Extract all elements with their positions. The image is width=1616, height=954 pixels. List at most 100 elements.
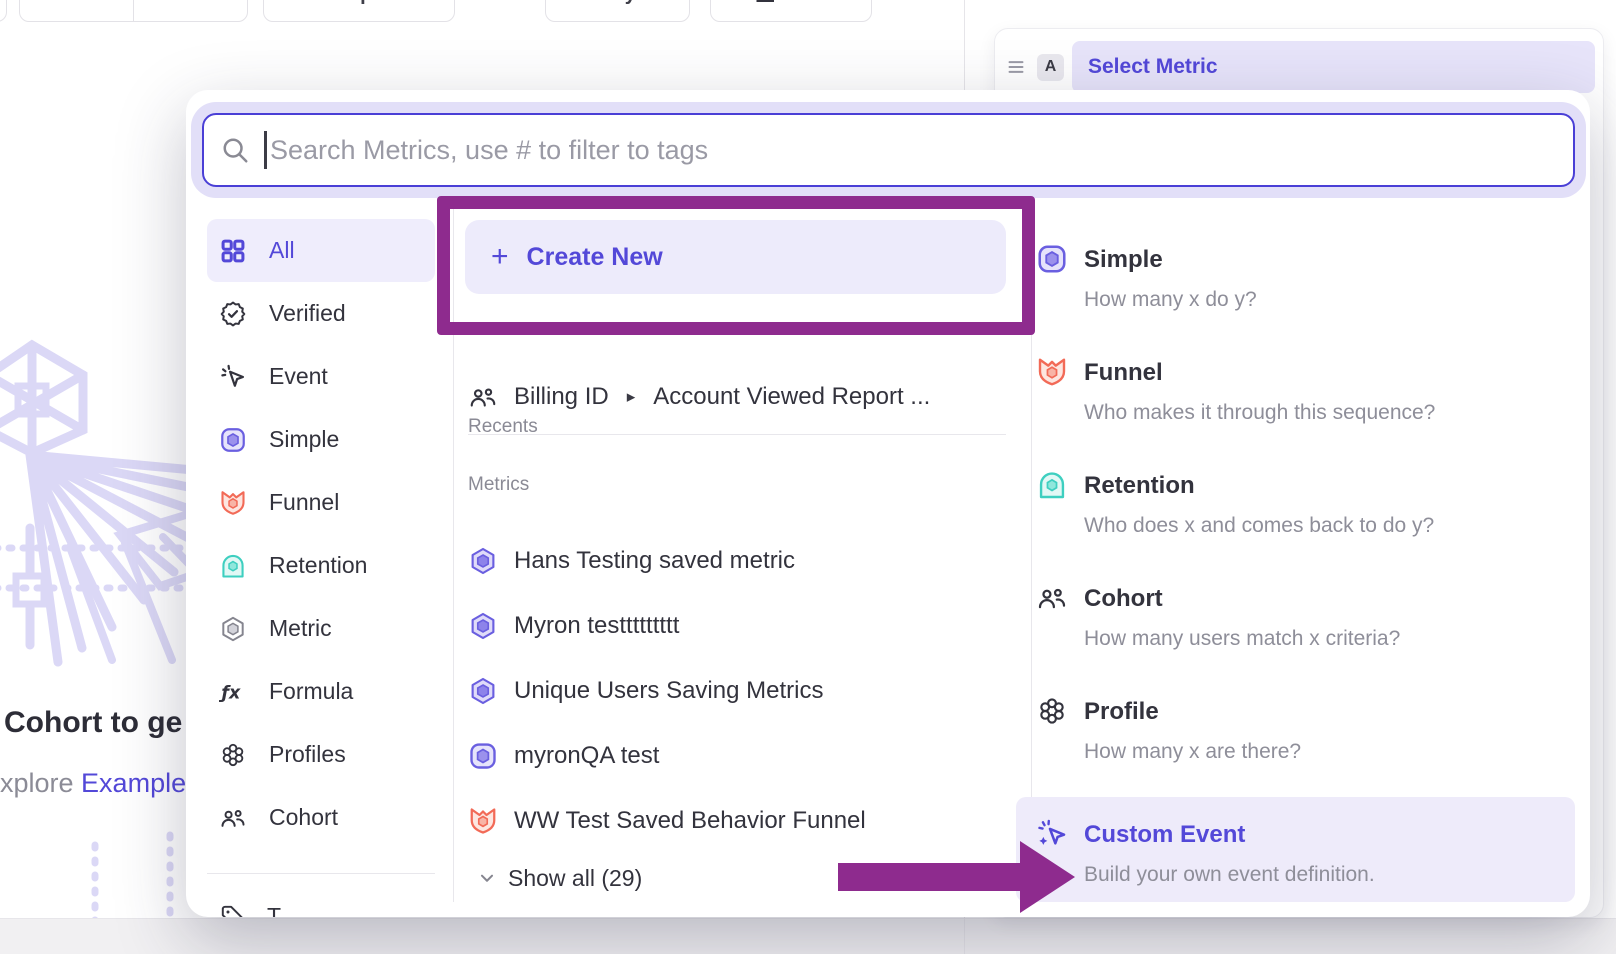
clause-letter-badge: A bbox=[1037, 54, 1064, 81]
show-all-button[interactable]: Show all (29) bbox=[476, 862, 642, 894]
type-row-cohort[interactable]: Cohort How many users match x criteria? bbox=[1036, 582, 1566, 654]
sidebar-item-cohort[interactable]: Cohort bbox=[207, 786, 435, 849]
sidebar-item-tag-partial[interactable]: T bbox=[219, 903, 281, 917]
select-metric-pill[interactable]: Select Metric bbox=[1072, 41, 1595, 93]
bottom-panel bbox=[0, 918, 1616, 954]
metric-list-item[interactable]: WW Test Saved Behavior Funnel bbox=[468, 796, 1008, 846]
sidebar-item-label: All bbox=[269, 237, 295, 264]
profiles-icon bbox=[1036, 695, 1068, 727]
profiles-icon bbox=[219, 741, 247, 769]
sidebar-item-label: Profiles bbox=[269, 741, 346, 768]
chevron-down-icon bbox=[206, 0, 224, 3]
cursor-click-icon bbox=[219, 363, 247, 391]
type-row-retention[interactable]: Retention Who does x and comes back to d… bbox=[1036, 469, 1566, 541]
app-root: 12M YTD Compare Day Line A Select Metric… bbox=[0, 0, 1616, 954]
type-description: How many users match x criteria? bbox=[1084, 624, 1400, 654]
range-ytd-label: YTD bbox=[158, 0, 198, 6]
grid-icon bbox=[219, 237, 247, 265]
metric-item-label: Myron testtttttttt bbox=[514, 612, 679, 640]
line-chart-icon bbox=[753, 0, 777, 6]
type-row-custom-event[interactable]: Custom Event Build your own event defini… bbox=[1036, 818, 1566, 890]
saved-metric-icon bbox=[468, 611, 498, 641]
interval-day-button[interactable]: Day bbox=[545, 0, 690, 22]
sidebar-divider bbox=[207, 873, 435, 874]
type-label: Cohort bbox=[1084, 582, 1400, 616]
compare-button[interactable]: Compare bbox=[263, 0, 455, 22]
cohort-icon bbox=[219, 804, 247, 832]
tag-icon bbox=[219, 903, 245, 917]
breadcrumb-arrow-icon: ▸ bbox=[627, 387, 636, 407]
verified-badge-icon bbox=[219, 300, 247, 328]
sidebar-item-simple[interactable]: Simple bbox=[207, 408, 435, 471]
metric-list-item[interactable]: Myron testtttttttt bbox=[468, 601, 1008, 651]
sidebar-item-label: Verified bbox=[269, 300, 346, 327]
type-label: Custom Event bbox=[1084, 818, 1375, 852]
type-description: Build your own event definition. bbox=[1084, 860, 1375, 890]
filter-sidebar: All Verified Event Simple Funnel Retenti… bbox=[207, 219, 435, 849]
sidebar-item-label: Formula bbox=[269, 678, 353, 705]
metric-item-label: myronQA test bbox=[514, 742, 659, 770]
retention-icon bbox=[1036, 469, 1068, 501]
create-new-label: Create New bbox=[527, 243, 663, 272]
type-label: Funnel bbox=[1084, 356, 1435, 390]
cohort-icon bbox=[1036, 582, 1068, 614]
funnel-icon bbox=[468, 806, 498, 836]
type-row-profile[interactable]: Profile How many x are there? bbox=[1036, 695, 1566, 767]
saved-metric-icon bbox=[468, 676, 498, 706]
metric-clause-row: A Select Metric bbox=[995, 29, 1603, 93]
empty-state-explore-line: xplore Example bbox=[0, 768, 186, 799]
sidebar-item-retention[interactable]: Retention bbox=[207, 534, 435, 597]
type-description: How many x are there? bbox=[1084, 737, 1301, 767]
range-12m-label: 12M bbox=[57, 0, 96, 6]
text-caret bbox=[264, 131, 267, 169]
sidebar-item-event[interactable]: Event bbox=[207, 345, 435, 408]
select-metric-label: Select Metric bbox=[1088, 55, 1218, 79]
funnel-icon bbox=[1036, 356, 1068, 388]
recent-item[interactable]: Billing ID ▸ Account Viewed Report ... bbox=[468, 372, 1008, 422]
recents-divider bbox=[468, 434, 1006, 435]
sidebar-item-verified[interactable]: Verified bbox=[207, 282, 435, 345]
toolbar-edge-button[interactable] bbox=[0, 0, 7, 22]
compare-label: Compare bbox=[316, 0, 403, 6]
metric-list-item[interactable]: Unique Users Saving Metrics bbox=[468, 666, 1008, 716]
drag-handle-icon[interactable] bbox=[1003, 54, 1029, 80]
metric-list-item[interactable]: Hans Testing saved metric bbox=[468, 536, 1008, 586]
sidebar-item-metric[interactable]: Metric bbox=[207, 597, 435, 660]
chart-type-line-button[interactable]: Line bbox=[710, 0, 872, 22]
example-link[interactable]: Example bbox=[81, 768, 186, 798]
create-new-button[interactable]: + Create New bbox=[465, 220, 1006, 294]
range-ytd-button[interactable]: YTD bbox=[133, 0, 247, 21]
svg-text:ƒx: ƒx bbox=[219, 683, 241, 703]
line-label: Line bbox=[787, 0, 828, 6]
sidebar-item-label: Retention bbox=[269, 552, 367, 579]
sidebar-item-label: Event bbox=[269, 363, 328, 390]
plus-icon: + bbox=[491, 240, 509, 274]
date-range-segmented-control: 12M YTD bbox=[19, 0, 248, 22]
range-12m-button[interactable]: 12M bbox=[20, 0, 133, 21]
search-input[interactable] bbox=[202, 113, 1575, 187]
select-metric-dialog: All Verified Event Simple Funnel Retenti… bbox=[186, 90, 1590, 917]
type-row-simple[interactable]: Simple How many x do y? bbox=[1036, 243, 1566, 315]
interval-label: Day bbox=[599, 0, 636, 6]
sidebar-item-label: Funnel bbox=[269, 489, 339, 516]
explore-text-fragment: xplore bbox=[0, 768, 81, 798]
column-divider bbox=[1031, 205, 1032, 900]
sidebar-item-label: T bbox=[267, 903, 281, 917]
metric-hexagon-icon bbox=[219, 615, 247, 643]
simple-metric-icon bbox=[468, 741, 498, 771]
custom-event-icon bbox=[1036, 818, 1068, 850]
sidebar-item-label: Simple bbox=[269, 426, 339, 453]
show-all-label: Show all (29) bbox=[508, 865, 642, 892]
metric-list-item[interactable]: myronQA test bbox=[468, 731, 1008, 781]
type-row-funnel[interactable]: Funnel Who makes it through this sequenc… bbox=[1036, 356, 1566, 428]
type-description: Who makes it through this sequence? bbox=[1084, 398, 1435, 428]
metric-search bbox=[202, 113, 1575, 187]
sidebar-item-formula[interactable]: ƒx Formula bbox=[207, 660, 435, 723]
saved-metric-icon bbox=[468, 546, 498, 576]
metrics-section-label: Metrics bbox=[468, 474, 529, 496]
sidebar-item-profiles[interactable]: Profiles bbox=[207, 723, 435, 786]
retention-icon bbox=[219, 552, 247, 580]
sidebar-item-funnel[interactable]: Funnel bbox=[207, 471, 435, 534]
type-label: Simple bbox=[1084, 243, 1257, 277]
sidebar-item-all[interactable]: All bbox=[207, 219, 435, 282]
